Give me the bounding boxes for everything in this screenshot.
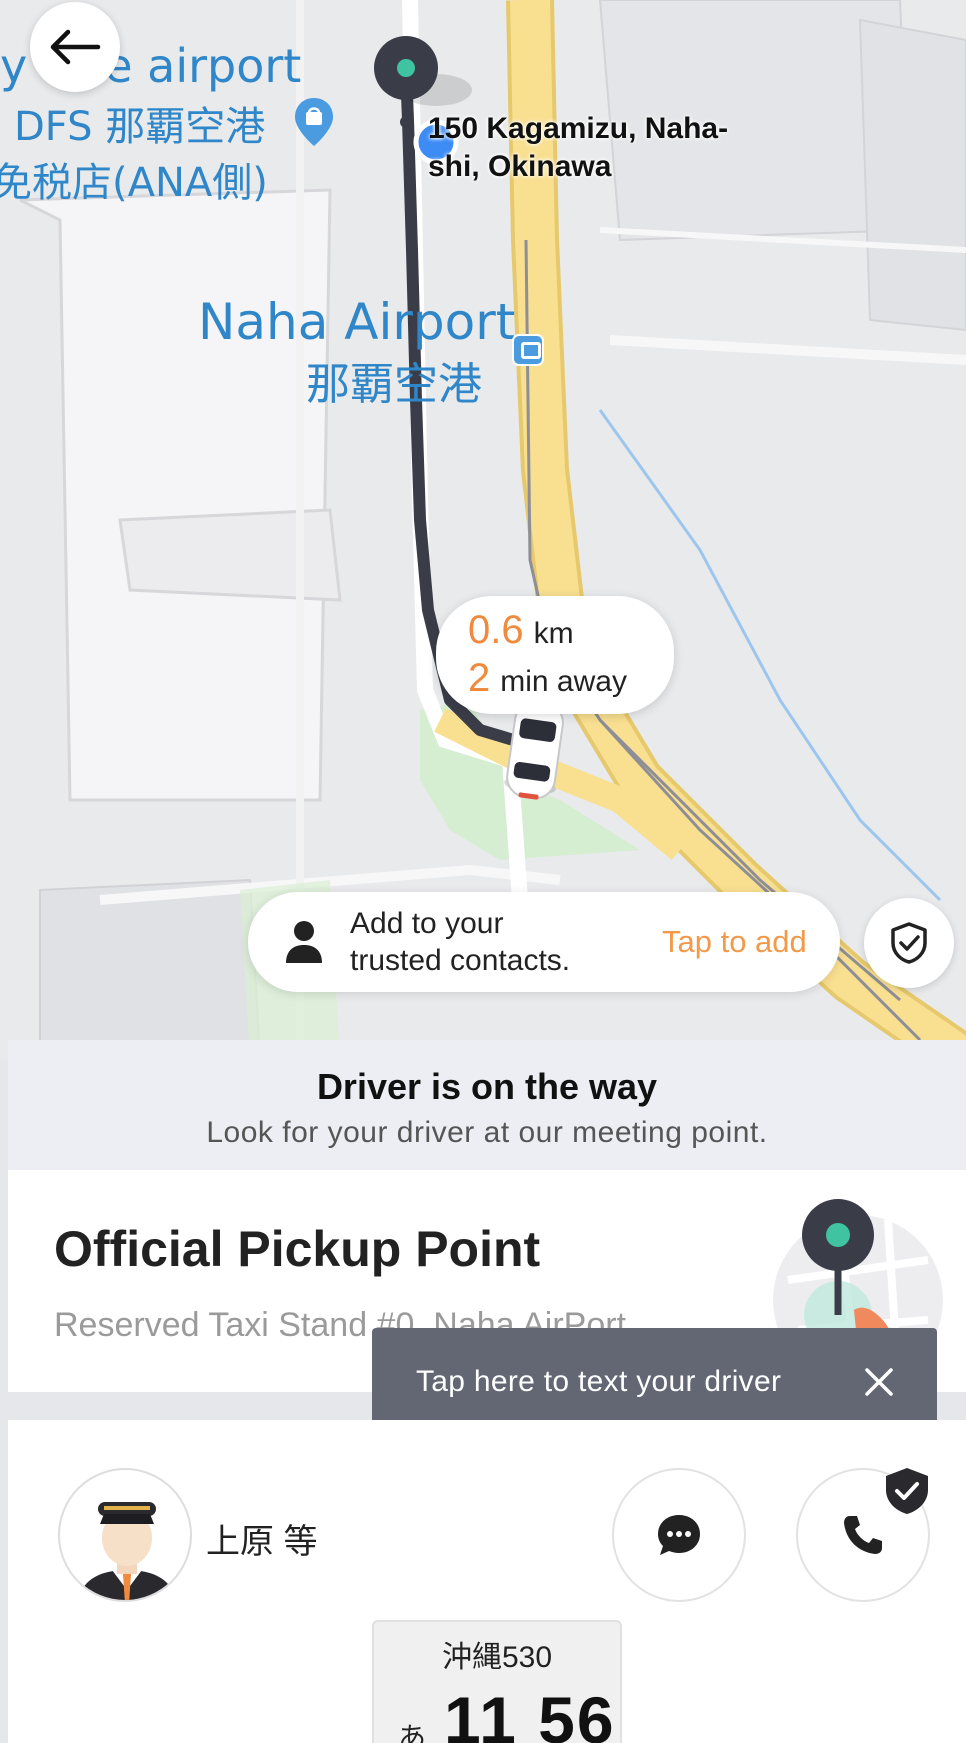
status-title: Driver is on the way: [316, 1066, 658, 1107]
eta-bubble: 0.6 km 2 min away: [436, 596, 674, 714]
eta-distance-value: 0.6: [468, 608, 524, 652]
trusted-contacts-line2: trusted contacts.: [350, 944, 571, 977]
license-plate: 沖縄530 あ 11 56: [372, 1620, 622, 1743]
status-subtitle: Look for your driver at our meeting poin…: [206, 1116, 768, 1149]
tooltip-text: Tap here to text your driver: [416, 1365, 782, 1398]
eta-time-value: 2: [468, 656, 491, 700]
pickup-address-line2: shi, Okinawa: [428, 150, 612, 184]
chat-bubble-icon: [658, 1515, 700, 1555]
eta-distance-unit: km: [533, 617, 574, 650]
plate-region: 沖縄530: [441, 1641, 553, 1674]
safety-button[interactable]: [864, 898, 954, 988]
driver-card: 上原 等 沖縄530 あ 11 56: [8, 1420, 966, 1743]
pickup-title: Official Pickup Point: [54, 1221, 541, 1277]
verified-shield-icon: [886, 1468, 928, 1514]
trip-status-panel: Driver is on the way Look for your drive…: [8, 1040, 966, 1170]
station-icon: [512, 334, 544, 366]
trusted-contacts-text: Add to your trusted contacts.: [350, 905, 650, 979]
eta-time-unit: min away: [500, 665, 627, 698]
tap-to-add-link[interactable]: Tap to add: [662, 924, 807, 960]
poi-label-line2: DFS 那覇空港: [14, 104, 266, 150]
trusted-contacts-line1: Add to your: [350, 906, 504, 940]
trusted-contacts-banner[interactable]: Add to your trusted contacts. Tap to add: [248, 892, 840, 992]
driver-avatar-icon: [78, 1502, 176, 1600]
shopping-pin-icon: [295, 98, 333, 146]
pickup-address-label: 150 Kagamizu, Naha- shi, Okinawa: [428, 110, 728, 186]
driver-name: 上原 等: [206, 1523, 318, 1561]
back-button[interactable]: [30, 2, 120, 92]
plate-kana: あ: [398, 1722, 427, 1743]
pickup-address-line1: 150 Kagamizu, Naha-: [428, 112, 729, 145]
shield-check-icon: [891, 922, 927, 964]
message-driver-button[interactable]: [612, 1468, 746, 1602]
phone-icon: [844, 1516, 882, 1554]
person-icon: [286, 921, 322, 963]
close-icon[interactable]: [863, 1366, 895, 1398]
arrow-left-icon: [50, 29, 101, 65]
airport-label-en: Naha Airport: [198, 293, 516, 351]
poi-label-line3: 免税店(ANA側): [0, 160, 268, 206]
map-view[interactable]: y free airport DFS 那覇空港 免税店(ANA側) Naha A…: [0, 0, 966, 1060]
airport-label-jp: 那覇空港: [306, 359, 482, 410]
plate-number: 11 56: [444, 1683, 616, 1743]
driver-avatar: [58, 1468, 192, 1602]
